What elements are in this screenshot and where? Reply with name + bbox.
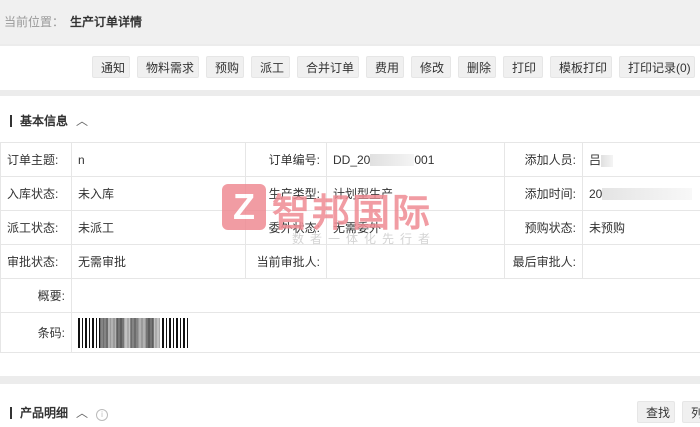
barcode-image <box>78 317 190 348</box>
print-record-button[interactable]: 打印记录(0) <box>619 56 695 78</box>
template-print-button[interactable]: 模板打印 <box>550 56 612 78</box>
last-approver-value <box>582 244 700 279</box>
basic-info-table: 订单主题: n 订单编号: DD_20 001 添加人员: 吕 入库状态: 未入库… <box>0 142 700 353</box>
table-row: 入库状态: 未入库 生产类型: 计划型生产 添加时间: 20 <box>0 176 700 211</box>
page-title: 生产订单详情 <box>70 15 143 29</box>
product-detail-title: 产品明细 <box>20 406 69 420</box>
breadcrumb-bar: 当前位置： 生产订单详情 <box>0 0 700 44</box>
cost-button[interactable]: 费用 <box>366 56 404 78</box>
search-button[interactable]: 查找 <box>637 401 675 423</box>
order-number-value: DD_20 001 <box>326 142 505 177</box>
info-icon[interactable]: i <box>96 409 109 421</box>
table-row: 派工状态: 未派工 委外状态: 无需委外 预购状态: 未预购 <box>0 210 700 245</box>
product-detail-panel: 产品明细 ︿ i 查找 列 <box>0 384 700 427</box>
table-row: 概要: <box>0 278 700 313</box>
creator-value: 吕 <box>582 142 700 177</box>
order-number-label: 订单编号: <box>245 142 327 177</box>
approval-status-value: 无需审批 <box>71 244 246 279</box>
prepurchase-status-value: 未预购 <box>582 210 700 245</box>
summary-value <box>71 278 700 313</box>
order-number-prefix: DD_20 <box>333 152 371 167</box>
redacted-block <box>601 154 614 167</box>
dispatch-button[interactable]: 派工 <box>251 56 290 78</box>
added-time-prefix: 20 <box>589 186 603 201</box>
table-row: 条码: <box>0 312 700 353</box>
stock-status-label: 入库状态: <box>0 176 72 211</box>
approval-status-label: 审批状态: <box>0 244 72 279</box>
current-approver-label: 当前审批人: <box>245 244 327 279</box>
creator-label: 添加人员: <box>504 142 583 177</box>
dispatch-status-label: 派工状态: <box>0 210 72 245</box>
material-demand-button[interactable]: 物料需求 <box>137 56 199 78</box>
prepurchase-status-label: 预购状态: <box>504 210 583 245</box>
production-type-value: 计划型生产 <box>326 176 505 211</box>
outsource-status-label: 委外状态: <box>245 210 327 245</box>
barcode-cell <box>71 312 700 353</box>
summary-label: 概要: <box>0 278 72 313</box>
order-subject-value: n <box>71 142 246 177</box>
table-row: 订单主题: n 订单编号: DD_20 001 添加人员: 吕 <box>0 142 700 177</box>
product-detail-header[interactable]: 产品明细 ︿ i <box>10 404 109 421</box>
action-toolbar: 通知 物料需求 预购 派工 合并订单 费用 修改 删除 打印 模板打印 打印记录… <box>0 46 700 90</box>
production-type-label: 生产类型: <box>245 176 327 211</box>
section-marker <box>10 407 12 419</box>
redacted-block <box>602 188 693 201</box>
section-marker <box>10 115 12 127</box>
table-row: 审批状态: 无需审批 当前审批人: 最后审批人: <box>0 244 700 279</box>
creator-name: 吕 <box>589 153 602 167</box>
order-subject-label: 订单主题: <box>0 142 72 177</box>
dispatch-status-value: 未派工 <box>71 210 246 245</box>
barcode-label: 条码: <box>0 312 72 353</box>
redacted-block <box>370 154 415 167</box>
basic-info-panel: 基本信息 ︿ 订单主题: n 订单编号: DD_20 001 添加人员: 吕 入库状… <box>0 96 700 376</box>
chevron-up-icon[interactable]: ︿ <box>76 404 88 421</box>
redacted-block <box>100 317 160 348</box>
edit-button[interactable]: 修改 <box>411 56 451 78</box>
basic-info-title: 基本信息 <box>20 114 69 128</box>
added-time-value: 20 <box>582 176 700 211</box>
print-button[interactable]: 打印 <box>503 56 543 78</box>
added-time-label: 添加时间: <box>504 176 583 211</box>
outsource-status-value: 无需委外 <box>326 210 505 245</box>
delete-button[interactable]: 删除 <box>458 56 496 78</box>
merge-order-button[interactable]: 合并订单 <box>297 56 359 78</box>
current-approver-value <box>326 244 505 279</box>
breadcrumb: 当前位置： 生产订单详情 <box>4 13 142 30</box>
breadcrumb-prefix: 当前位置： <box>4 15 65 29</box>
basic-info-header[interactable]: 基本信息 ︿ <box>10 112 88 129</box>
pre-purchase-button[interactable]: 预购 <box>206 56 244 78</box>
stock-status-value: 未入库 <box>71 176 246 211</box>
chevron-up-icon[interactable]: ︿ <box>76 112 88 129</box>
notify-button[interactable]: 通知 <box>92 56 130 78</box>
last-approver-label: 最后审批人: <box>504 244 583 279</box>
order-number-suffix: 001 <box>414 152 435 167</box>
columns-button[interactable]: 列 <box>682 401 700 423</box>
